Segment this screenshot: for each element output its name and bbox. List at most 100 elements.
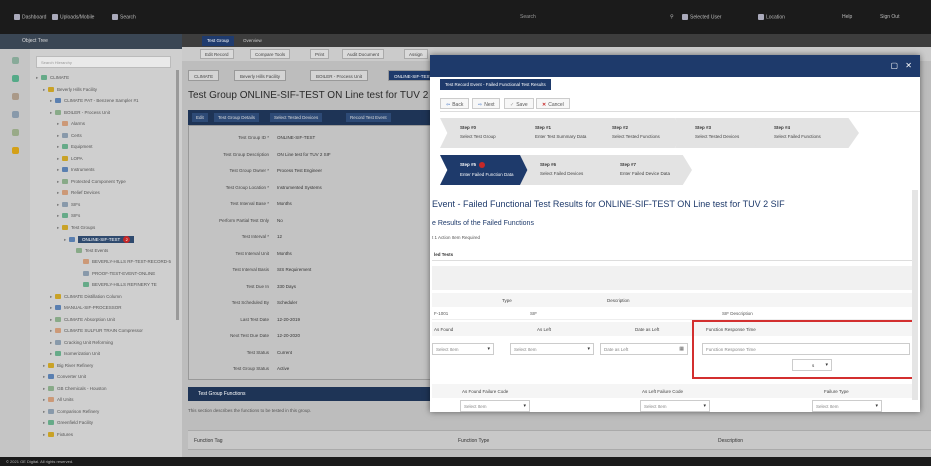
- layers-icon[interactable]: [12, 129, 19, 136]
- global-search[interactable]: Search: [520, 11, 660, 23]
- as-found-failure-code-select[interactable]: Select Item ▾: [460, 400, 530, 412]
- calendar-icon[interactable]: ▦: [679, 346, 684, 352]
- tree-item[interactable]: ▸ CLIMATE: [36, 75, 69, 83]
- back-button[interactable]: ⇦ Back: [440, 98, 470, 109]
- tree-item[interactable]: ▸ CLIMATE PAT - Benzene Sampler #1: [50, 98, 138, 106]
- wizard-step[interactable]: Step #6 Select Failed Devices: [520, 155, 612, 185]
- wizard-step[interactable]: Step #1 Enter Test Summary Data: [515, 118, 607, 148]
- tree-item[interactable]: BEVERLY-HILLS REFINERY TE: [78, 282, 157, 290]
- selected-tree-item[interactable]: ONLINE-SIF-TEST 2: [78, 236, 135, 243]
- tree-item[interactable]: ▸ Equipment: [57, 144, 93, 152]
- tree-item[interactable]: ▸ Relief Devices: [57, 190, 100, 198]
- tab-overview[interactable]: Overview: [238, 36, 267, 46]
- step-number: Step #4: [774, 125, 791, 130]
- tree-item-label: Protected Component Type: [71, 178, 126, 184]
- audit-document-button[interactable]: Audit Document: [342, 49, 385, 59]
- as-left-select[interactable]: Select Item ▾: [510, 343, 594, 355]
- tree-item[interactable]: ▸ Alarms: [57, 121, 85, 129]
- tree-item[interactable]: PROOF-TEST-EVENT-ONLINE: [78, 271, 155, 279]
- record-test-event-button[interactable]: Record Test Event: [346, 113, 391, 122]
- tree-item[interactable]: ▸ Fixtures: [43, 432, 73, 440]
- as-left-failure-code-select[interactable]: Select Item ▾: [640, 400, 710, 412]
- tree-item[interactable]: ▸ Protected Component Type: [57, 179, 126, 187]
- dashboard-link[interactable]: Dashboard: [14, 14, 46, 20]
- tree-item[interactable]: ▸ Beverly Hills Facility: [43, 87, 97, 95]
- mobile-link[interactable]: Search: [112, 14, 136, 20]
- tree-item[interactable]: ▸ Converter Unit: [43, 374, 86, 382]
- tree-item[interactable]: ▸ Isomerization Unit: [50, 351, 100, 359]
- step-title: Select Tested Devices: [695, 134, 740, 139]
- tree-item[interactable]: ▸ Instruments: [57, 167, 95, 175]
- grid-icon[interactable]: [12, 57, 19, 64]
- tab-test-group[interactable]: Test Group: [202, 36, 235, 46]
- tree-item[interactable]: ▸ Certs: [57, 133, 82, 141]
- tree-search-input[interactable]: Search Hierarchy: [36, 56, 171, 68]
- tree-item[interactable]: ▸ Big River Refinery: [43, 363, 93, 371]
- document-icon[interactable]: [12, 93, 19, 100]
- crumb-climate[interactable]: CLIMATE: [188, 70, 220, 81]
- cancel-button[interactable]: ✕ Cancel: [536, 98, 570, 109]
- tree-item[interactable]: ▸ Greenfield Facility: [43, 420, 93, 428]
- tree-item[interactable]: ▸ MANUAL-SIF-PROCESSOR: [50, 305, 122, 313]
- wizard-step[interactable]: Step #7 Enter Failed Device Data: [600, 155, 692, 185]
- edit-record-button[interactable]: Edit Record: [200, 49, 234, 59]
- tree-item[interactable]: ▸ Test Groups: [57, 225, 95, 233]
- location-selector[interactable]: Location: [758, 14, 785, 20]
- print-button[interactable]: Print: [310, 49, 330, 59]
- step-number: Step #3: [695, 125, 712, 130]
- tree-item[interactable]: ▸ BOILER - Process Unit: [50, 110, 110, 118]
- tab-bar: Test Group Overview: [182, 34, 931, 47]
- tree-item[interactable]: ▸ ONLINE-SIF-TEST 2: [64, 236, 135, 244]
- help-link[interactable]: Help: [842, 14, 852, 20]
- failed-test-row[interactable]: F-1001 SIF SIF Description: [432, 308, 917, 320]
- test-group-details-button[interactable]: Test Group Details: [214, 113, 260, 122]
- dialog-scrollbar[interactable]: [912, 190, 918, 400]
- maximize-icon[interactable]: ▢: [891, 61, 899, 70]
- wizard-step[interactable]: Step #5 Enter Failed Function Data: [440, 155, 532, 185]
- save-button[interactable]: ✓ Save: [504, 98, 534, 109]
- form-row: Test Group Location * Instrumented System…: [189, 180, 434, 196]
- col-function-type[interactable]: Function Type: [458, 438, 489, 444]
- tree-item[interactable]: ▸ CLIMATE Distillation Column: [50, 294, 122, 302]
- wizard-step[interactable]: Step #2 Select Tested Functions: [592, 118, 684, 148]
- crumb-facility[interactable]: Beverly Hills Facility: [234, 70, 287, 81]
- tree-item-label: Fixtures: [57, 431, 74, 437]
- col-description[interactable]: Description: [718, 438, 743, 444]
- tree-item[interactable]: BEVERLY-HILLS RF-TEST-RECORD-5: [78, 259, 171, 267]
- form-row: Last Test Date 12-20-2019: [189, 312, 434, 328]
- list-icon[interactable]: [12, 111, 19, 118]
- failure-type-select[interactable]: Select Item ▾: [812, 400, 882, 412]
- uploads-link[interactable]: Uploads/Mobile: [52, 14, 94, 20]
- tree-item[interactable]: ▸ LOPA: [57, 156, 83, 164]
- tree-item[interactable]: ▸ SIFs: [57, 213, 80, 221]
- tree-item[interactable]: ▸ SIFs: [57, 202, 80, 210]
- tree-scrollbar[interactable]: [176, 70, 179, 320]
- tree-item[interactable]: Test Events: [71, 248, 108, 256]
- edit-button[interactable]: Edit: [192, 113, 208, 122]
- tree-item[interactable]: ▸ GB Chemicals - Houston: [43, 386, 107, 394]
- tree-item[interactable]: ▸ Cracking Unit Reforming: [50, 340, 113, 348]
- tree-item[interactable]: ▸ All Units: [43, 397, 74, 405]
- star-icon[interactable]: [12, 147, 19, 154]
- tree-item[interactable]: ▸ Comparison Refinery: [43, 409, 99, 417]
- folder-icon: [48, 362, 54, 368]
- wizard-step[interactable]: Step #3 Select Tested Devices: [675, 118, 767, 148]
- crumb-unit[interactable]: BOILER - Process Unit: [310, 70, 369, 81]
- search-icon[interactable]: ⚲: [670, 14, 674, 20]
- select-tested-devices-button[interactable]: Select Tested Devices: [270, 113, 323, 122]
- date-as-left-field[interactable]: Date as Left ▦: [600, 343, 688, 355]
- sign-out-link[interactable]: Sign Out: [880, 14, 899, 20]
- col-function-tag[interactable]: Function Tag: [194, 438, 223, 444]
- chart-icon[interactable]: [12, 75, 19, 82]
- next-button[interactable]: ⇨ Next: [472, 98, 501, 109]
- wizard-step[interactable]: Step #4 Select Failed Functions: [754, 118, 859, 148]
- assign-button[interactable]: Assign: [404, 49, 428, 59]
- tree-item[interactable]: ▸ CLIMATE SULFUR TRAIN Compressor: [50, 328, 143, 336]
- tree-item-label: All Units: [57, 397, 74, 402]
- tree-item[interactable]: ▸ CLIMATE Absorption Unit: [50, 317, 115, 325]
- compare-tools-button[interactable]: Compare Tools: [250, 49, 291, 59]
- as-found-select[interactable]: Select Item ▾: [432, 343, 494, 355]
- dialog-tab[interactable]: Test Record Event - Failed Functional Te…: [440, 79, 551, 90]
- user-selector[interactable]: Selected User: [682, 14, 721, 20]
- close-icon[interactable]: ✕: [905, 61, 912, 70]
